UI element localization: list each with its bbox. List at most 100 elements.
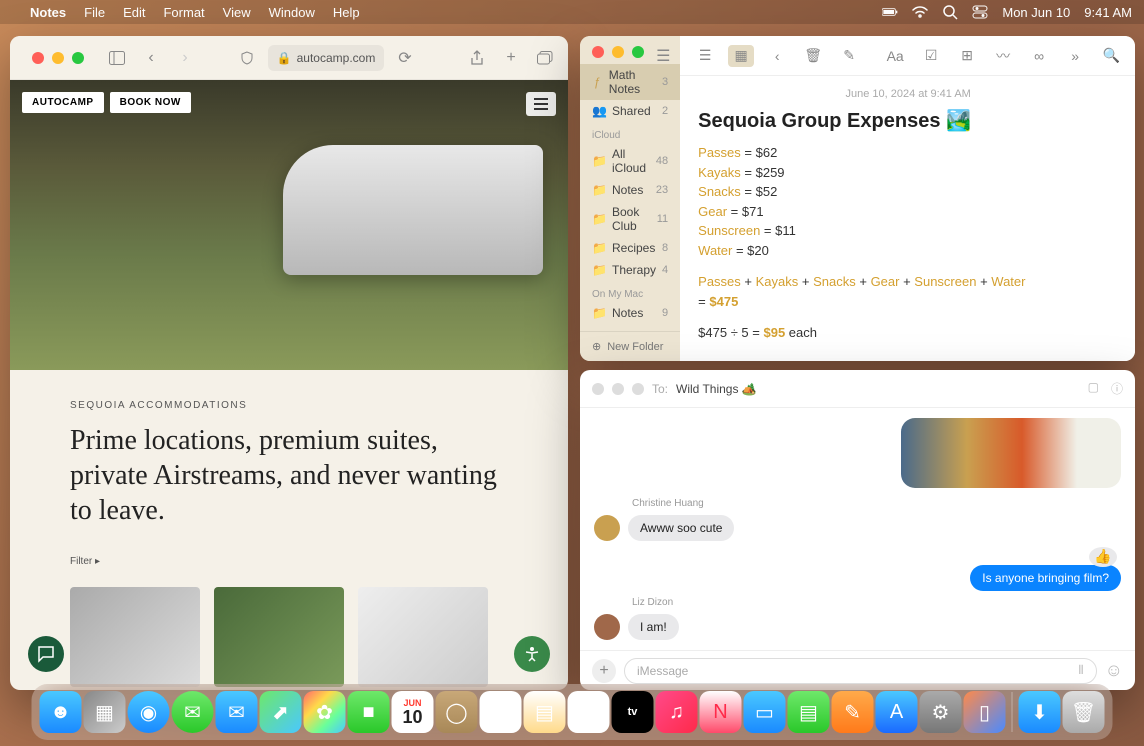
list-view-button[interactable]: ☰ [692,45,718,67]
thumbnail[interactable] [358,587,488,687]
sidebar-toggle[interactable] [104,45,130,71]
table-button[interactable]: ⊞ [954,45,980,67]
dock-app-reminders[interactable]: ☰ [480,691,522,733]
menu-file[interactable]: File [84,5,105,20]
to-field[interactable]: Wild Things 🏕️ [676,382,757,396]
share-button[interactable] [464,45,490,71]
sidebar-item-shared[interactable]: 👥 Shared 2 [580,100,680,122]
message-photo[interactable] [901,418,1121,488]
format-button[interactable]: Aa [882,45,908,67]
dock-app-calendar[interactable]: JUN10 [392,691,434,733]
dock-app-tv[interactable]: tv [612,691,654,733]
dock-app-settings[interactable]: ⚙ [920,691,962,733]
control-center-icon[interactable] [972,4,988,20]
thumbnail[interactable] [214,587,344,687]
gallery-view-button[interactable]: ▦ [728,45,754,67]
facetime-icon[interactable]: ▢ [1088,380,1099,397]
sidebar-toggle[interactable]: ☰ [656,46,668,58]
battery-icon[interactable] [882,4,898,20]
menubar-time[interactable]: 9:41 AM [1084,5,1132,20]
dock-app-photos[interactable]: ✿ [304,691,346,733]
shield-icon[interactable] [234,45,260,71]
emoji-button[interactable]: ☺ [1105,660,1123,681]
menubar-date[interactable]: Mon Jun 10 [1002,5,1070,20]
dock-app-numbers[interactable]: ▤ [788,691,830,733]
menu-window[interactable]: Window [269,5,315,20]
message-bubble[interactable]: Is anyone bringing film? [970,565,1121,591]
zoom-button[interactable] [632,383,644,395]
close-button[interactable] [592,46,604,58]
menu-view[interactable]: View [223,5,251,20]
menu-help[interactable]: Help [333,5,360,20]
sidebar-item-all-icloud[interactable]: 📁All iCloud48 [580,143,680,179]
filter-toggle[interactable]: Filter ▸ [70,556,508,567]
tabs-button[interactable] [532,45,558,71]
back-button[interactable]: ‹ [764,45,790,67]
back-button[interactable]: ‹ [138,45,164,71]
book-now-button[interactable]: BOOK NOW [110,92,191,113]
menu-edit[interactable]: Edit [123,5,145,20]
dock-app-safari-d[interactable]: ◉ [128,691,170,733]
dock-app-contacts[interactable]: ◯ [436,691,478,733]
menu-format[interactable]: Format [163,5,204,20]
dock-trash[interactable]: 🗑 [1063,691,1105,733]
minimize-button[interactable] [52,52,64,64]
close-button[interactable] [592,383,604,395]
dock-app-launchpad[interactable]: ▦ [84,691,126,733]
audio-icon[interactable]: ⦀ [1078,663,1083,678]
minimize-button[interactable] [612,46,624,58]
site-logo[interactable]: AUTOCAMP [22,92,104,113]
link-button[interactable]: ∞ [1026,45,1052,67]
dock-app-finder[interactable]: ☻ [40,691,82,733]
dock-app-mail[interactable]: ✉ [216,691,258,733]
zoom-button[interactable] [72,52,84,64]
close-button[interactable] [32,52,44,64]
dock-app-news[interactable]: N [700,691,742,733]
wifi-icon[interactable] [912,4,928,20]
address-bar[interactable]: 🔒 autocamp.com [268,45,384,71]
dock-app-messages-d[interactable]: ✉ [172,691,214,733]
dock-app-keynote[interactable]: ▭ [744,691,786,733]
dock-app-notes-d[interactable]: ▤ [524,691,566,733]
sidebar-item-book-club[interactable]: 📁Book Club11 [580,201,680,237]
dock-app-mirror[interactable]: ▯ [964,691,1006,733]
accessibility-button[interactable] [514,636,550,672]
dock-app-maps[interactable]: ⬈ [260,691,302,733]
media-button[interactable]: 〰 [990,45,1016,67]
message-input[interactable]: iMessage ⦀ [624,658,1097,684]
delete-button[interactable]: 🗑 [800,45,826,67]
sidebar-item-math-notes[interactable]: ƒ Math Notes 3 [580,64,680,100]
minimize-button[interactable] [612,383,624,395]
dock-app-pages[interactable]: ✎ [832,691,874,733]
app-menu[interactable]: Notes [30,5,66,20]
sidebar-item-therapy[interactable]: 📁Therapy4 [580,259,680,281]
sidebar-item-recipes[interactable]: 📁Recipes8 [580,237,680,259]
new-tab-button[interactable]: + [498,45,524,71]
dock-app-facetime[interactable]: ■ [348,691,390,733]
reload-button[interactable]: ⟳ [392,45,418,71]
dock-app-freeform[interactable]: ✎ [568,691,610,733]
dock-app-music[interactable]: ♫ [656,691,698,733]
message-bubble[interactable]: Awww soo cute [628,515,734,541]
add-attachment-button[interactable]: + [592,659,616,683]
info-icon[interactable]: ⓘ [1111,380,1123,397]
search-button[interactable]: 🔍 [1098,45,1124,67]
avatar[interactable] [594,515,620,541]
reaction-bubble[interactable]: 👍 [1089,547,1117,567]
dock-downloads[interactable]: ⬇ [1019,691,1061,733]
zoom-button[interactable] [632,46,644,58]
sidebar-item-notes[interactable]: 📁Notes9 [580,302,680,324]
dock-app-appstore[interactable]: A [876,691,918,733]
note-editor[interactable]: June 10, 2024 at 9:41 AM Sequoia Group E… [680,76,1135,355]
checklist-button[interactable]: ☑ [918,45,944,67]
thumbnail[interactable] [70,587,200,687]
compose-button[interactable]: ✎ [836,45,862,67]
hamburger-menu[interactable] [526,92,556,116]
forward-button[interactable]: › [172,45,198,71]
chat-widget-button[interactable] [28,636,64,672]
message-bubble[interactable]: I am! [628,614,679,640]
avatar[interactable] [594,614,620,640]
more-button[interactable]: » [1062,45,1088,67]
new-folder-button[interactable]: ⊕ New Folder [580,331,680,361]
sidebar-item-notes[interactable]: 📁Notes23 [580,179,680,201]
